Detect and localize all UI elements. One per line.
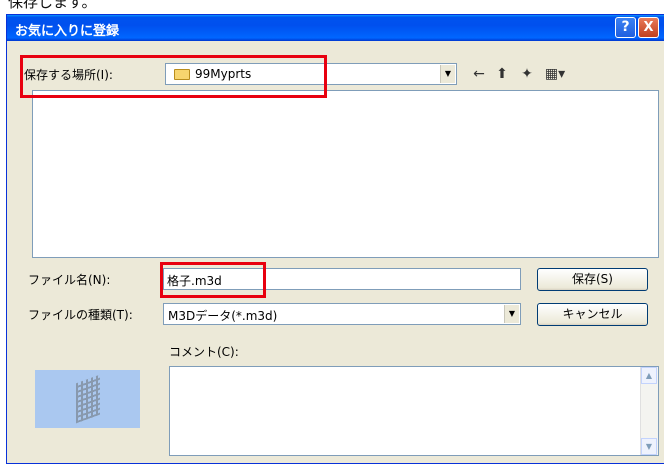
filetype-label: ファイルの種類(T):: [28, 308, 133, 322]
lattice-model-image: [76, 374, 100, 424]
filetype-value: M3Dデータ(*.m3d): [168, 309, 278, 323]
comment-scrollbar[interactable]: ▲ ▼: [640, 367, 658, 455]
filename-highlight-box: [160, 262, 266, 298]
file-list[interactable]: [32, 90, 659, 258]
comment-textarea[interactable]: ▲ ▼: [169, 366, 659, 456]
model-preview-thumbnail: [35, 370, 140, 428]
view-menu-icon[interactable]: ▦▾: [543, 65, 567, 83]
location-highlight-box: [20, 55, 327, 98]
filetype-combo[interactable]: M3Dデータ(*.m3d) ▼: [163, 303, 521, 325]
chevron-down-icon[interactable]: ▼: [504, 305, 519, 323]
cancel-button[interactable]: キャンセル: [537, 303, 648, 326]
chevron-down-icon[interactable]: ▼: [440, 65, 455, 83]
scroll-up-icon[interactable]: ▲: [641, 367, 657, 384]
new-folder-icon[interactable]: ✦: [517, 65, 537, 83]
dialog-title: お気に入りに登録: [15, 24, 120, 39]
save-button[interactable]: 保存(S): [537, 268, 648, 291]
up-folder-icon[interactable]: ⬆: [492, 65, 512, 83]
back-icon[interactable]: ←: [469, 65, 489, 83]
filename-label: ファイル名(N):: [28, 273, 111, 287]
comment-label: コメント(C):: [169, 345, 239, 359]
title-bar[interactable]: お気に入りに登録 ? X: [7, 15, 664, 41]
scroll-down-icon[interactable]: ▼: [641, 438, 657, 455]
cropped-text: 保存します。: [8, 0, 97, 11]
close-button[interactable]: X: [638, 17, 659, 38]
help-button[interactable]: ?: [615, 17, 636, 38]
